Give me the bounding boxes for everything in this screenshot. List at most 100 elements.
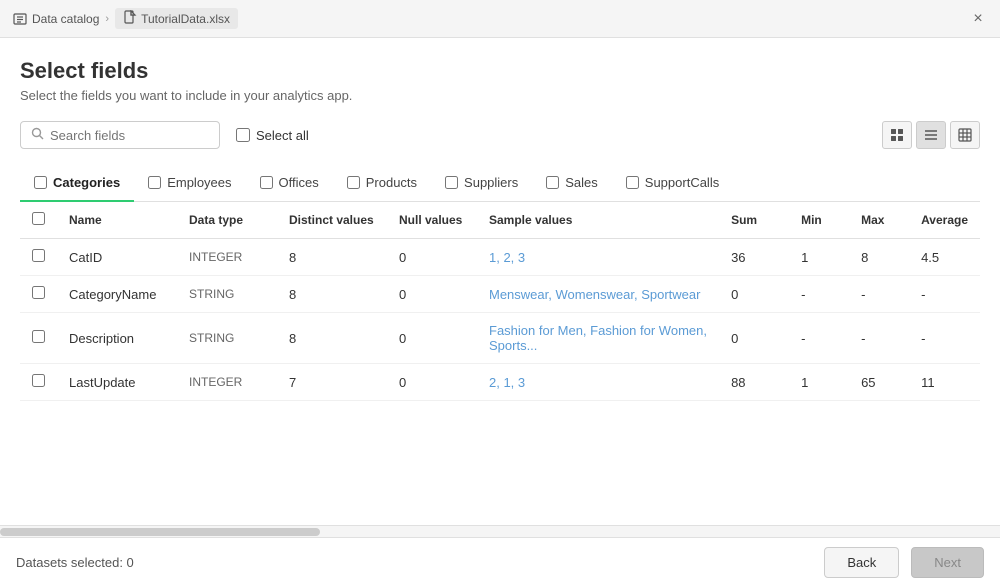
table-row: CatIDINTEGER801, 2, 336184.5 [20, 239, 980, 276]
list-view-button[interactable] [916, 121, 946, 149]
row-cell: 65 [849, 364, 909, 401]
row-checkbox[interactable] [32, 330, 45, 343]
header-name: Name [57, 202, 177, 239]
list-icon [924, 128, 938, 142]
row-cell: 1, 2, 3 [477, 239, 719, 276]
row-checkbox[interactable] [32, 286, 45, 299]
tab-label-categories: Categories [53, 175, 120, 190]
header-sample: Sample values [477, 202, 719, 239]
fields-table: Name Data type Distinct values Null valu… [20, 202, 980, 401]
table-container[interactable]: Name Data type Distinct values Null valu… [20, 202, 980, 525]
controls-left: Select all [20, 121, 309, 149]
row-cell: 36 [719, 239, 789, 276]
tab-checkbox-offices[interactable] [260, 176, 273, 189]
header-max: Max [849, 202, 909, 239]
tab-label-products: Products [366, 175, 417, 190]
header-check [20, 202, 57, 239]
row-cell: 7 [277, 364, 387, 401]
row-check[interactable] [20, 313, 57, 364]
file-icon [123, 10, 137, 27]
header-datatype: Data type [177, 202, 277, 239]
row-cell: - [789, 276, 849, 313]
row-cell: 1 [789, 364, 849, 401]
row-checkbox[interactable] [32, 374, 45, 387]
row-check[interactable] [20, 276, 57, 313]
grid-view-button[interactable] [882, 121, 912, 149]
row-cell: LastUpdate [57, 364, 177, 401]
tab-label-suppliers: Suppliers [464, 175, 518, 190]
tab-checkbox-sales[interactable] [546, 176, 559, 189]
row-cell: INTEGER [177, 364, 277, 401]
tab-suppliers[interactable]: Suppliers [431, 165, 532, 202]
row-cell: STRING [177, 313, 277, 364]
footer: Datasets selected: 0 Back Next [0, 537, 1000, 587]
select-all-checkbox[interactable] [236, 128, 250, 142]
main-content: Select fields Select the fields you want… [0, 38, 1000, 525]
grid-icon [890, 128, 904, 142]
table-row: DescriptionSTRING80Fashion for Men, Fash… [20, 313, 980, 364]
tab-categories[interactable]: Categories [20, 165, 134, 202]
table-row: LastUpdateINTEGER702, 1, 38816511 [20, 364, 980, 401]
horizontal-scrollbar[interactable] [0, 525, 1000, 537]
row-cell: - [849, 276, 909, 313]
next-button[interactable]: Next [911, 547, 984, 578]
row-cell: 8 [277, 239, 387, 276]
row-cell: Menswear, Womenswear, Sportwear [477, 276, 719, 313]
row-cell: STRING [177, 276, 277, 313]
row-cell: CategoryName [57, 276, 177, 313]
row-cell: 0 [719, 313, 789, 364]
row-checkbox[interactable] [32, 249, 45, 262]
breadcrumb: Data catalog › TutorialData.xlsx [12, 8, 968, 29]
tab-checkbox-products[interactable] [347, 176, 360, 189]
header-null: Null values [387, 202, 477, 239]
row-cell: CatID [57, 239, 177, 276]
row-cell: 11 [909, 364, 980, 401]
search-box[interactable] [20, 121, 220, 149]
close-button[interactable]: × [968, 9, 988, 29]
header-checkbox[interactable] [32, 212, 45, 225]
page-title: Select fields [20, 58, 980, 84]
row-cell: 0 [387, 313, 477, 364]
view-icons [882, 121, 980, 149]
row-cell: 0 [387, 276, 477, 313]
table-row: CategoryNameSTRING80Menswear, Womenswear… [20, 276, 980, 313]
tab-offices[interactable]: Offices [246, 165, 333, 202]
back-button[interactable]: Back [824, 547, 899, 578]
breadcrumb-catalog-label: Data catalog [32, 12, 99, 26]
scroll-thumb[interactable] [0, 528, 320, 536]
row-cell: INTEGER [177, 239, 277, 276]
search-input[interactable] [50, 128, 209, 143]
row-cell: 2, 1, 3 [477, 364, 719, 401]
header-min: Min [789, 202, 849, 239]
table-view-button[interactable] [950, 121, 980, 149]
page-subtitle: Select the fields you want to include in… [20, 88, 980, 103]
tab-products[interactable]: Products [333, 165, 431, 202]
header-distinct: Distinct values [277, 202, 387, 239]
tab-sales[interactable]: Sales [532, 165, 612, 202]
row-cell: - [909, 276, 980, 313]
datasets-selected-status: Datasets selected: 0 [16, 555, 134, 570]
tabs-row: Categories Employees Offices Products Suppli… [20, 165, 980, 202]
tab-label-offices: Offices [279, 175, 319, 190]
tab-label-employees: Employees [167, 175, 231, 190]
row-check[interactable] [20, 364, 57, 401]
row-cell: 4.5 [909, 239, 980, 276]
row-cell: 8 [277, 313, 387, 364]
catalog-icon [12, 11, 28, 27]
tab-supportcalls[interactable]: SupportCalls [612, 165, 733, 202]
tab-employees[interactable]: Employees [134, 165, 245, 202]
tab-checkbox-categories[interactable] [34, 176, 47, 189]
tab-checkbox-suppliers[interactable] [445, 176, 458, 189]
controls-row: Select all [20, 121, 980, 149]
row-cell: 0 [387, 239, 477, 276]
row-cell: Fashion for Men, Fashion for Women, Spor… [477, 313, 719, 364]
row-cell: 1 [789, 239, 849, 276]
tab-checkbox-employees[interactable] [148, 176, 161, 189]
breadcrumb-item-catalog: Data catalog [12, 11, 99, 27]
select-all-label[interactable]: Select all [236, 128, 309, 143]
tab-checkbox-supportcalls[interactable] [626, 176, 639, 189]
row-check[interactable] [20, 239, 57, 276]
row-cell: - [849, 313, 909, 364]
row-cell: 88 [719, 364, 789, 401]
header-sum: Sum [719, 202, 789, 239]
